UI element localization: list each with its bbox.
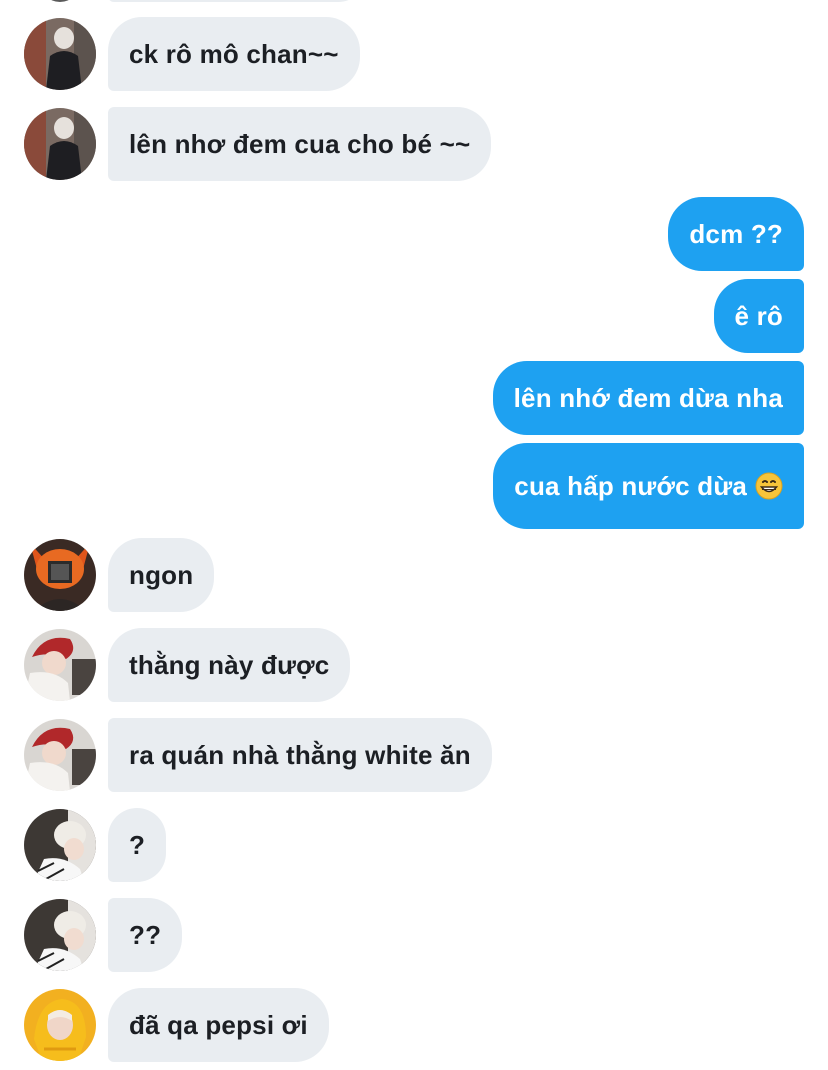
message-text: lên nhơ đem cua cho bé ~~ [129, 128, 471, 159]
message-text: thằng này được [129, 649, 330, 680]
avatar-user-a[interactable] [24, 18, 96, 90]
avatar-user-c[interactable] [24, 719, 96, 791]
message-row: ra quán nhà thằng white ăn [0, 717, 828, 793]
message-row: dcm ?? [0, 197, 828, 271]
message-row: thằng này được [0, 627, 828, 703]
message-bubble[interactable]: lên nhớ đem dừa nha [492, 361, 804, 435]
avatar-user-d[interactable] [24, 899, 96, 971]
message-text: đã qa pepsi ơi [129, 1009, 308, 1040]
message-row: ngon [0, 537, 828, 613]
message-text: ck rô mô chan~~ [129, 38, 339, 69]
message-bubble[interactable]: cua hấp nước dừa [493, 443, 804, 529]
avatar-user-a[interactable] [24, 108, 96, 180]
message-text: cua hấp nước dừa [514, 470, 747, 501]
message-text: ra quán nhà thằng white ăn [129, 739, 471, 770]
avatar-user-c[interactable] [24, 629, 96, 701]
message-text: lên nhớ đem dừa nha [513, 382, 783, 413]
message-text: ê rô [734, 300, 783, 331]
grinning-face-emoji-icon [755, 472, 783, 500]
avatar-user-d[interactable] [24, 809, 96, 881]
message-bubble[interactable]: ngon [108, 538, 215, 612]
message-bubble[interactable]: ?? [108, 898, 183, 972]
message-row: đã qa pepsi ơi [0, 987, 828, 1063]
message-text: ngon [129, 559, 194, 590]
message-row: ? [0, 807, 828, 883]
previous-message-bubble[interactable] [108, 0, 368, 2]
message-bubble[interactable]: đã qa pepsi ơi [108, 988, 329, 1062]
message-bubble[interactable]: ra quán nhà thằng white ăn [108, 718, 492, 792]
message-text: ? [129, 829, 146, 860]
avatar-user-b[interactable] [24, 539, 96, 611]
message-row: ê rô [0, 279, 828, 353]
message-bubble[interactable]: lên nhơ đem cua cho bé ~~ [108, 107, 492, 181]
message-row: cua hấp nước dừa [0, 443, 828, 529]
message-row: ?? [0, 897, 828, 973]
message-bubble[interactable]: ? [108, 808, 167, 882]
message-row: ck rô mô chan~~ [0, 16, 828, 92]
message-bubble[interactable]: thằng này được [108, 628, 351, 702]
previous-avatar[interactable] [40, 0, 80, 2]
message-bubble[interactable]: ê rô [713, 279, 804, 353]
message-text: ?? [129, 919, 162, 950]
message-bubble[interactable]: dcm ?? [668, 197, 804, 271]
message-bubble[interactable]: ck rô mô chan~~ [108, 17, 360, 91]
message-row: lên nhớ đem dừa nha [0, 361, 828, 435]
avatar-user-e[interactable] [24, 989, 96, 1061]
message-text: dcm ?? [689, 218, 783, 249]
message-row: lên nhơ đem cua cho bé ~~ [0, 106, 828, 182]
